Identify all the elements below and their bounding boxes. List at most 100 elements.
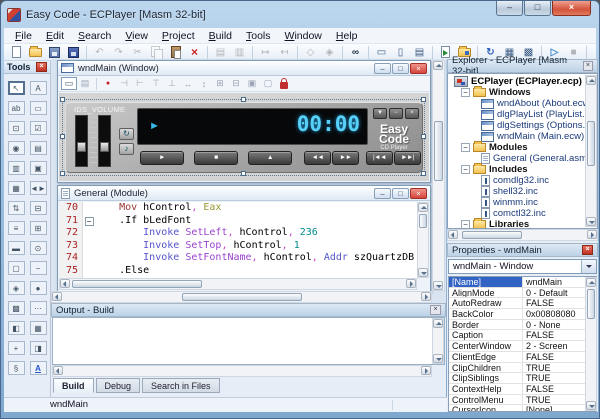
selection-handle[interactable] xyxy=(241,171,246,176)
tool-line[interactable]: − xyxy=(30,261,47,275)
menu-file[interactable]: File xyxy=(8,29,39,43)
tree-item[interactable]: shell32.inc xyxy=(448,186,597,197)
scroll-right-icon[interactable] xyxy=(421,366,431,375)
menu-window[interactable]: Window xyxy=(278,29,329,43)
tile-windows-icon[interactable]: ▥ xyxy=(230,45,249,60)
property-name[interactable]: Border xyxy=(449,320,523,330)
designer-window-titlebar[interactable]: wndMain (Window) –□× xyxy=(58,61,430,76)
menu-project[interactable]: Project xyxy=(155,29,202,43)
tree-item[interactable]: − Windows xyxy=(448,87,597,98)
code-window-titlebar[interactable]: General (Module) –□× xyxy=(58,186,430,201)
previous-track-button[interactable]: |◄◄ xyxy=(366,151,393,165)
tree-item[interactable]: comctl32.inc xyxy=(448,208,597,219)
tool-pointer[interactable]: ↖ xyxy=(8,81,25,95)
design-view-icon[interactable]: ▭ xyxy=(61,77,77,90)
property-name[interactable]: ClipSiblings xyxy=(449,373,523,383)
property-name[interactable]: CursorIcon xyxy=(449,405,523,412)
property-row[interactable]: CursorIcon [None] xyxy=(449,405,596,412)
paste-icon[interactable] xyxy=(166,45,185,60)
scroll-up-icon[interactable] xyxy=(418,203,428,212)
output-horizontal-scrollbar[interactable] xyxy=(52,365,432,377)
fold-toggle-icon[interactable] xyxy=(85,242,94,251)
tool-slider[interactable]: ⊙ xyxy=(30,241,47,255)
mdi-horizontal-scrollbar[interactable] xyxy=(51,291,432,303)
scrollbar-thumb[interactable] xyxy=(587,289,595,319)
bring-to-front-icon[interactable]: ▣ xyxy=(244,77,260,90)
tool-button[interactable]: ⊡ xyxy=(8,121,25,135)
playlist-button[interactable]: ↻ xyxy=(119,128,134,140)
outdent-icon[interactable]: ↤ xyxy=(275,45,294,60)
output-close-icon[interactable]: × xyxy=(430,305,441,315)
tree-item[interactable]: comdlg32.inc xyxy=(448,175,597,186)
tool-custom[interactable]: § xyxy=(8,361,25,375)
tree-item[interactable]: wndMain (Main.ecw) xyxy=(448,131,597,142)
property-name[interactable]: AutoRedraw xyxy=(449,298,523,308)
scroll-down-icon[interactable] xyxy=(586,217,596,226)
property-row[interactable]: ClipSiblings TRUE xyxy=(449,373,596,384)
undo-icon[interactable]: ↶ xyxy=(90,45,109,60)
copy-icon[interactable] xyxy=(147,45,166,60)
scroll-left-icon[interactable] xyxy=(60,279,70,288)
properties-close-icon[interactable]: × xyxy=(582,245,593,255)
send-to-back-icon[interactable]: ▢ xyxy=(260,77,276,90)
property-row[interactable]: Border 0 - None xyxy=(449,320,596,331)
center-vertical-icon[interactable]: ⊟ xyxy=(228,77,244,90)
menu-tools[interactable]: Tools xyxy=(239,29,278,43)
selection-handle[interactable] xyxy=(60,134,65,139)
properties-vertical-scrollbar[interactable] xyxy=(585,277,597,411)
property-name[interactable]: ClipChildren xyxy=(449,363,523,373)
property-name[interactable]: BackColor xyxy=(449,309,523,319)
tool-calendar[interactable]: ▦ xyxy=(30,321,47,335)
align-lefts-icon[interactable]: ⊣ xyxy=(116,77,132,90)
expand-toggle-icon[interactable]: − xyxy=(461,165,470,174)
tab-build[interactable]: Build xyxy=(53,378,94,393)
scroll-right-icon[interactable] xyxy=(421,292,431,301)
tool-grid[interactable]: ⊞ xyxy=(30,221,47,235)
property-row[interactable]: Caption FALSE xyxy=(449,330,596,341)
tool-label[interactable]: A xyxy=(30,81,47,95)
next-track-button[interactable]: ►►| xyxy=(394,151,421,165)
output-console[interactable] xyxy=(52,317,445,365)
tree-horizontal-scrollbar[interactable] xyxy=(447,229,598,241)
scroll-up-icon[interactable] xyxy=(433,61,443,70)
tool-richedit[interactable]: ▩ xyxy=(8,301,25,315)
property-name[interactable]: ClientEdge xyxy=(449,352,523,362)
minimize-button[interactable]: – xyxy=(496,1,523,16)
tool-textbox[interactable]: ab xyxy=(8,101,25,115)
tool-tabstrip[interactable]: ▢ xyxy=(8,261,25,275)
property-name[interactable]: AlignMode xyxy=(449,288,523,298)
redo-icon[interactable]: ↷ xyxy=(109,45,128,60)
property-row[interactable]: ContextHelp FALSE xyxy=(449,384,596,395)
scroll-up-icon[interactable] xyxy=(586,76,596,85)
tree-item[interactable]: wndAbout (About.ecw) xyxy=(448,98,597,109)
property-row[interactable]: ClipChildren TRUE xyxy=(449,363,596,374)
scrollbar-thumb[interactable] xyxy=(434,121,443,181)
scroll-right-icon[interactable] xyxy=(587,230,597,239)
menu-help[interactable]: Help xyxy=(329,29,365,43)
scroll-down-icon[interactable] xyxy=(433,281,443,290)
code-vertical-scrollbar[interactable] xyxy=(417,202,429,278)
player-minimize-button[interactable]: − xyxy=(389,108,403,119)
tool-radiobutton[interactable]: ◉ xyxy=(8,141,25,155)
scroll-left-icon[interactable] xyxy=(52,292,62,301)
tool-frame[interactable]: ▭ xyxy=(30,101,47,115)
property-row[interactable]: ClientEdge FALSE xyxy=(449,352,596,363)
expand-toggle-icon[interactable]: − xyxy=(461,143,470,152)
stop-button[interactable]: ■ xyxy=(194,151,238,165)
tool-listbox[interactable]: ▥ xyxy=(8,161,25,175)
tool-hotkey[interactable]: ⋯ xyxy=(30,301,47,315)
property-row[interactable]: BackColor 0x00808080 xyxy=(449,309,596,320)
child-minimize-button[interactable]: – xyxy=(374,63,391,74)
new-file-icon[interactable] xyxy=(7,45,26,60)
tree-item[interactable]: − Includes xyxy=(448,164,597,175)
property-name[interactable]: Caption xyxy=(449,330,523,340)
tool-progressbar[interactable]: ▬ xyxy=(8,241,25,255)
record-icon[interactable]: ● xyxy=(100,77,116,90)
tree-item[interactable]: ECPlayer (ECPlayer.ecp) xyxy=(448,76,597,87)
tool-checkbox[interactable]: ☑ xyxy=(30,121,47,135)
align-tops-icon[interactable]: ⊤ xyxy=(148,77,164,90)
property-row[interactable]: CenterWindow 2 - Screen xyxy=(449,341,596,352)
open-project-icon[interactable] xyxy=(26,45,45,60)
next-bookmark-icon[interactable]: ◈ xyxy=(320,45,339,60)
tree-item[interactable]: General (General.asm) xyxy=(448,153,597,164)
